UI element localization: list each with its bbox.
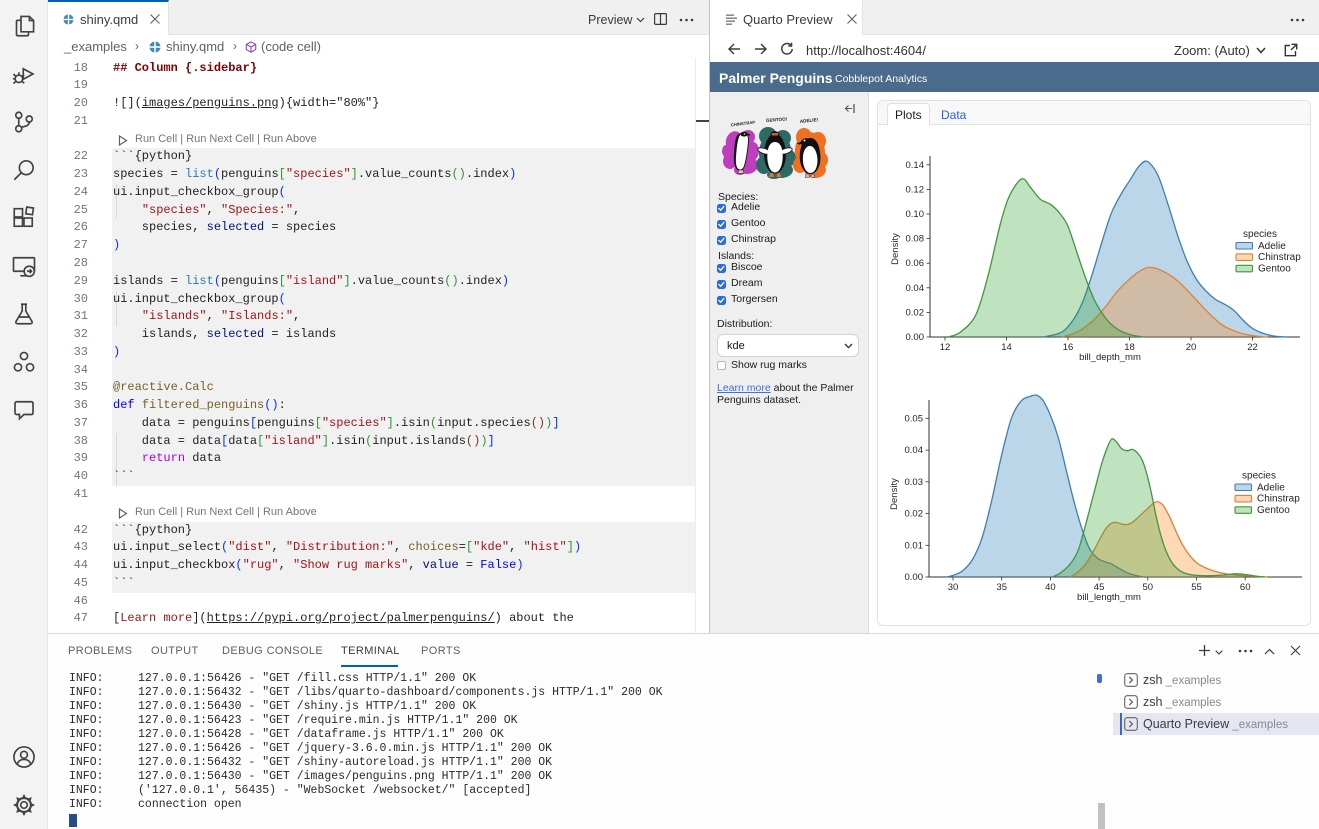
svg-text:Density: Density bbox=[890, 233, 901, 265]
svg-text:0.06: 0.06 bbox=[906, 258, 925, 269]
svg-text:50: 50 bbox=[1143, 582, 1154, 593]
svg-text:35: 35 bbox=[996, 582, 1007, 593]
svg-text:Chinstrap: Chinstrap bbox=[1258, 252, 1301, 263]
svg-text:Gentoo: Gentoo bbox=[1257, 505, 1290, 516]
svg-text:14: 14 bbox=[1001, 342, 1012, 353]
svg-text:bill_length_mm: bill_length_mm bbox=[1077, 592, 1141, 603]
svg-text:30: 30 bbox=[948, 582, 959, 593]
svg-text:0.12: 0.12 bbox=[906, 184, 925, 195]
svg-text:55: 55 bbox=[1191, 582, 1202, 593]
svg-text:Gentoo: Gentoo bbox=[1258, 264, 1291, 275]
svg-text:16: 16 bbox=[1063, 342, 1074, 353]
svg-text:60: 60 bbox=[1240, 582, 1251, 593]
svg-text:GENTOO!: GENTOO! bbox=[766, 116, 788, 123]
svg-text:species: species bbox=[1242, 471, 1276, 482]
svg-text:0.08: 0.08 bbox=[906, 234, 925, 245]
svg-text:ADELIE!: ADELIE! bbox=[800, 117, 819, 124]
svg-text:CHINSTRAP: CHINSTRAP bbox=[731, 120, 756, 128]
svg-text:20: 20 bbox=[1186, 342, 1197, 353]
svg-text:0.14: 0.14 bbox=[906, 160, 925, 171]
svg-text:0.00: 0.00 bbox=[906, 332, 925, 343]
svg-text:12: 12 bbox=[940, 342, 951, 353]
svg-text:0.10: 0.10 bbox=[906, 209, 925, 220]
svg-text:Adelie: Adelie bbox=[1258, 241, 1286, 252]
svg-text:species: species bbox=[1243, 229, 1277, 240]
svg-text:0.02: 0.02 bbox=[906, 307, 925, 318]
svg-text:40: 40 bbox=[1045, 582, 1056, 593]
svg-text:bill_depth_mm: bill_depth_mm bbox=[1079, 352, 1141, 363]
svg-text:0.01: 0.01 bbox=[905, 540, 924, 551]
svg-text:Adelie: Adelie bbox=[1257, 482, 1285, 493]
svg-text:0.05: 0.05 bbox=[905, 413, 924, 424]
svg-text:Density: Density bbox=[889, 478, 900, 510]
svg-text:0.03: 0.03 bbox=[905, 477, 924, 488]
svg-text:Chinstrap: Chinstrap bbox=[1257, 494, 1300, 505]
svg-text:22: 22 bbox=[1247, 342, 1258, 353]
svg-text:0.04: 0.04 bbox=[906, 283, 925, 294]
svg-text:0.04: 0.04 bbox=[905, 445, 924, 456]
svg-text:0.02: 0.02 bbox=[905, 509, 924, 520]
svg-text:0.00: 0.00 bbox=[905, 572, 924, 583]
